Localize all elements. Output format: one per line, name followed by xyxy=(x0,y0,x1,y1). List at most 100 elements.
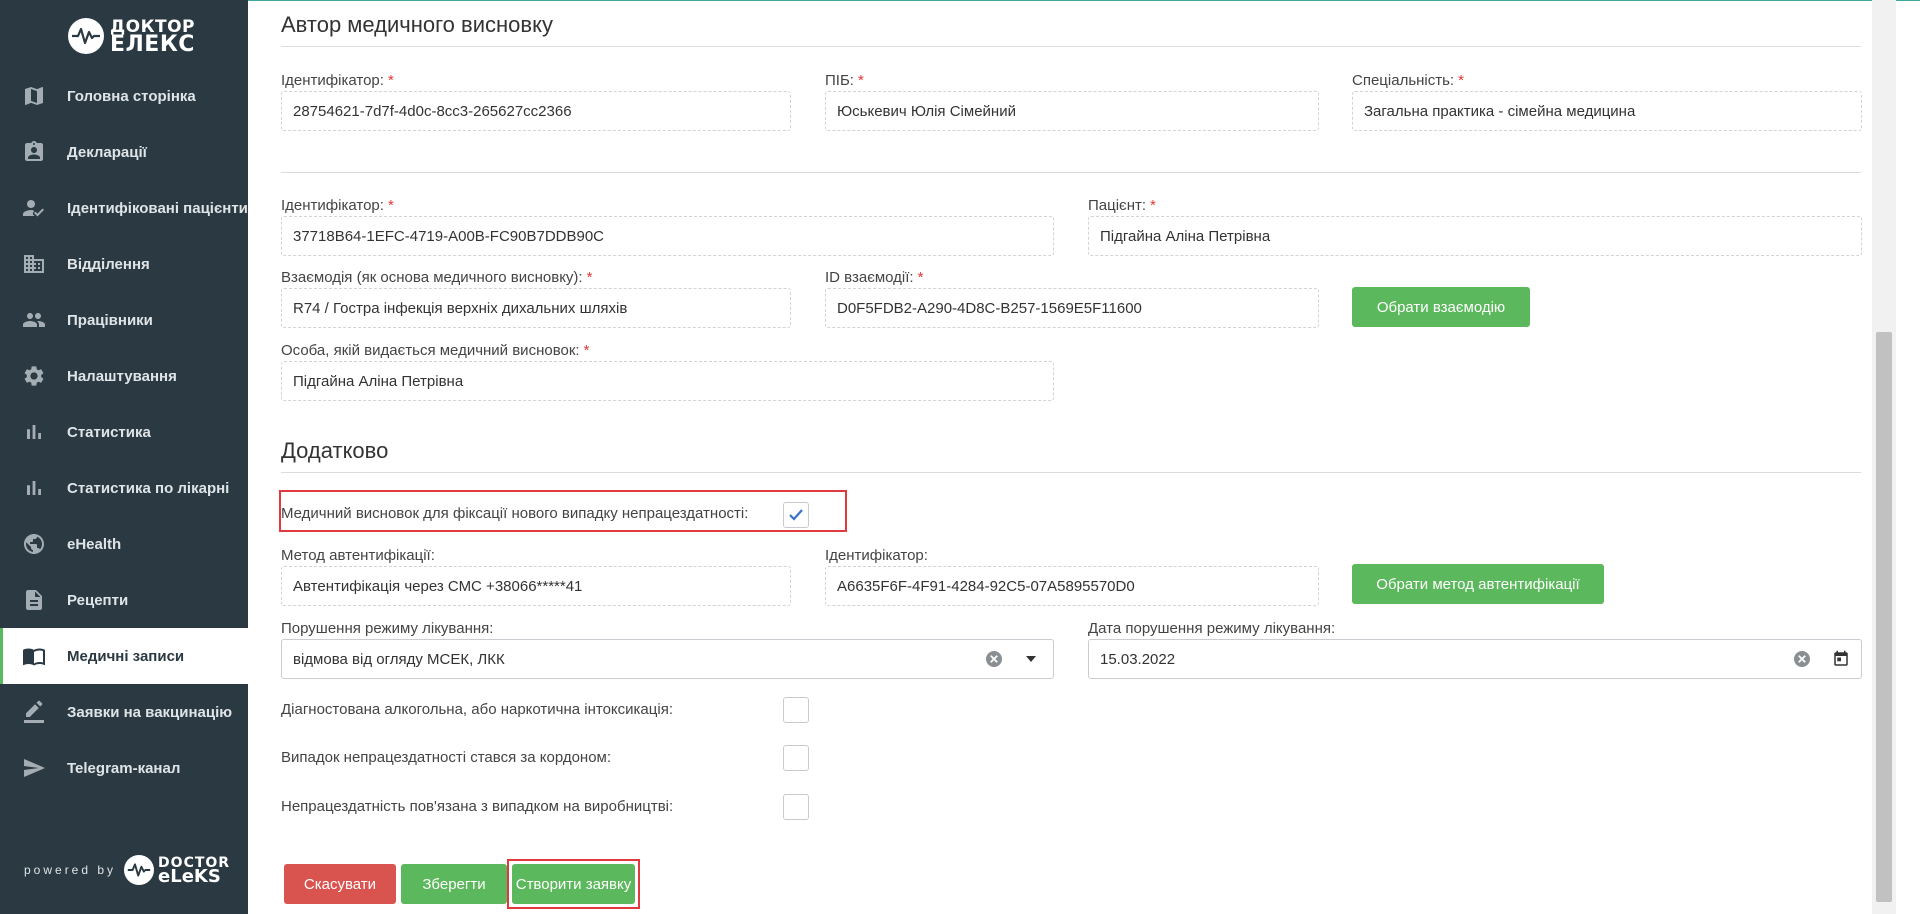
sidebar-item-identified-patients[interactable]: Ідентифіковані пацієнти xyxy=(0,180,248,236)
author-name-label-text: ПІБ: xyxy=(825,72,854,89)
scrollbar[interactable] xyxy=(1872,0,1896,914)
specialty-label-text: Спеціальність: xyxy=(1352,72,1455,89)
required-mark: * xyxy=(917,269,924,286)
divider xyxy=(281,472,1861,473)
author-section-title: Автор медичного висновку xyxy=(281,12,553,37)
author-id-label-text: Ідентифікатор: xyxy=(281,72,384,89)
people-icon xyxy=(22,308,46,332)
workplace-label: Непрацездатність пов'язана з випадком на… xyxy=(281,798,674,815)
map-icon xyxy=(22,84,46,108)
auth-method-label: Метод автентифікації: xyxy=(281,547,435,564)
required-mark: * xyxy=(857,72,864,89)
chevron-down-icon[interactable] xyxy=(1024,652,1038,666)
violation-label: Порушення режиму лікування: xyxy=(281,620,494,637)
violation-select[interactable]: відмова від огляду МСЕК, ЛКК xyxy=(281,639,1054,679)
id-card-icon xyxy=(22,140,46,164)
person-field[interactable]: Підгайна Аліна Петрівна xyxy=(281,361,1054,401)
patient-id-field[interactable]: 37718B64-1EFC-4719-A00B-FC90B7DDB90C xyxy=(281,216,1054,256)
alcohol-checkbox[interactable] xyxy=(783,697,809,723)
patient-label-text: Пацієнт: xyxy=(1088,197,1147,214)
sidebar-item-declarations[interactable]: Декларації xyxy=(0,124,248,180)
app-logo[interactable]: ДОКТОР ЕЛЕКС xyxy=(68,16,198,56)
sidebar-item-settings[interactable]: Налаштування xyxy=(0,348,248,404)
sidebar-item-label: Рецепти xyxy=(67,591,129,609)
sidebar-item-label: Декларації xyxy=(67,143,147,161)
auth-id-label: Ідентифікатор: xyxy=(825,547,928,564)
specialty-field[interactable]: Загальна практика - сімейна медицина xyxy=(1352,91,1862,131)
auth-method-field[interactable]: Автентифікація через СМС +38066*****41 xyxy=(281,566,791,606)
pencil-icon xyxy=(22,700,46,724)
author-name-field[interactable]: Юськевич Юлія Сімейний xyxy=(825,91,1319,131)
sidebar-item-departments[interactable]: Відділення xyxy=(0,236,248,292)
author-id-label: Ідентифікатор: * xyxy=(281,72,394,89)
interaction-field[interactable]: R74 / Гостра інфекція верхніх дихальних … xyxy=(281,288,791,328)
auth-id-field[interactable]: A6635F6F-4F91-4284-92C5-07A5895570D0 xyxy=(825,566,1319,606)
violation-selected-value: відмова від огляду МСЕК, ЛКК xyxy=(293,650,505,668)
sidebar-item-home[interactable]: Головна сторінка xyxy=(0,68,248,124)
main-content: Автор медичного висновку Ідентифікатор: *… xyxy=(248,0,1920,914)
bar-chart-icon xyxy=(22,476,46,500)
author-name-label: ПІБ: * xyxy=(825,72,864,89)
sidebar-item-label: Працівники xyxy=(67,311,153,329)
top-accent-line xyxy=(248,0,1920,1)
abroad-label: Випадок непрацездатності стався за кордо… xyxy=(281,749,612,766)
abroad-checkbox[interactable] xyxy=(783,745,809,771)
violation-date-value: 15.03.2022 xyxy=(1100,650,1176,668)
sidebar-item-vaccination-requests[interactable]: Заявки на вакцинацію xyxy=(0,684,248,740)
powered-logo-text: DOCTOR eLeKS xyxy=(158,856,230,886)
building-icon xyxy=(22,252,46,276)
powered-by-text: powered by xyxy=(24,863,117,877)
pulse-logo-icon xyxy=(68,18,104,54)
new-case-label: Медичний висновок для фіксації нового ви… xyxy=(281,505,749,522)
sidebar-item-label: Ідентифіковані пацієнти xyxy=(67,199,248,217)
sidebar-item-ehealth[interactable]: eHealth xyxy=(0,516,248,572)
alcohol-label: Діагностована алкогольна, або наркотична… xyxy=(281,701,673,718)
gear-icon xyxy=(22,364,46,388)
interaction-label-text: Взаємодія (як основа медичного висновку)… xyxy=(281,269,583,286)
sidebar-item-label: Налаштування xyxy=(67,367,177,385)
choose-auth-method-button[interactable]: Обрати метод автентифікації xyxy=(1352,564,1604,604)
sidebar-item-label: Telegram-канал xyxy=(67,759,181,777)
bar-chart-icon xyxy=(22,420,46,444)
sidebar-item-telegram[interactable]: Telegram-канал xyxy=(0,740,248,796)
clear-icon[interactable] xyxy=(985,650,1003,668)
new-case-checkbox[interactable] xyxy=(783,502,809,528)
sidebar-item-hospital-statistics[interactable]: Статистика по лікарні xyxy=(0,460,248,516)
sidebar-item-label: Головна сторінка xyxy=(67,87,196,105)
required-mark: * xyxy=(387,72,394,89)
clear-icon[interactable] xyxy=(1793,650,1811,668)
workplace-checkbox[interactable] xyxy=(783,794,809,820)
required-mark: * xyxy=(387,197,394,214)
interaction-id-field[interactable]: D0F5FDB2-A290-4D8C-B257-1569E5F11600 xyxy=(825,288,1319,328)
cancel-button[interactable]: Скасувати xyxy=(284,864,396,904)
author-id-field[interactable]: 28754621-7d7f-4d0c-8cc3-265627cc2366 xyxy=(281,91,791,131)
additional-section-title: Додатково xyxy=(281,438,389,463)
sidebar-item-label: Заявки на вакцинацію xyxy=(67,703,233,721)
person-label-text: Особа, якій видається медичний висновок: xyxy=(281,342,580,359)
sidebar-item-prescriptions[interactable]: Рецепти xyxy=(0,572,248,628)
required-mark: * xyxy=(583,342,590,359)
interaction-label: Взаємодія (як основа медичного висновку)… xyxy=(281,269,592,286)
patient-id-label: Ідентифікатор: * xyxy=(281,197,394,214)
person-label: Особа, якій видається медичний висновок:… xyxy=(281,342,589,359)
violation-date-field[interactable]: 15.03.2022 xyxy=(1088,639,1862,679)
required-mark: * xyxy=(586,269,593,286)
scrollbar-thumb[interactable] xyxy=(1876,332,1892,902)
save-button[interactable]: Зберегти xyxy=(401,864,507,904)
required-mark: * xyxy=(1150,197,1156,214)
sidebar-item-medical-records[interactable]: Медичні записи xyxy=(0,628,248,684)
choose-interaction-button[interactable]: Обрати взаємодію xyxy=(1352,287,1530,327)
patient-label: Пацієнт: * xyxy=(1088,197,1156,214)
calendar-icon[interactable] xyxy=(1831,649,1851,669)
sidebar-item-statistics[interactable]: Статистика xyxy=(0,404,248,460)
divider xyxy=(281,46,1861,47)
interaction-id-label: ID взаємодії: * xyxy=(825,269,923,286)
logo-text: ДОКТОР ЕЛЕКС xyxy=(110,18,195,57)
patient-field[interactable]: Підгайна Аліна Петрівна xyxy=(1088,216,1862,256)
globe-icon xyxy=(22,532,46,556)
document-icon xyxy=(22,588,46,612)
logo-line-2: ЕЛЕКС xyxy=(110,32,195,57)
sidebar-item-employees[interactable]: Працівники xyxy=(0,292,248,348)
create-request-button[interactable]: Створити заявку xyxy=(512,864,635,904)
pulse-logo-icon xyxy=(124,855,155,885)
